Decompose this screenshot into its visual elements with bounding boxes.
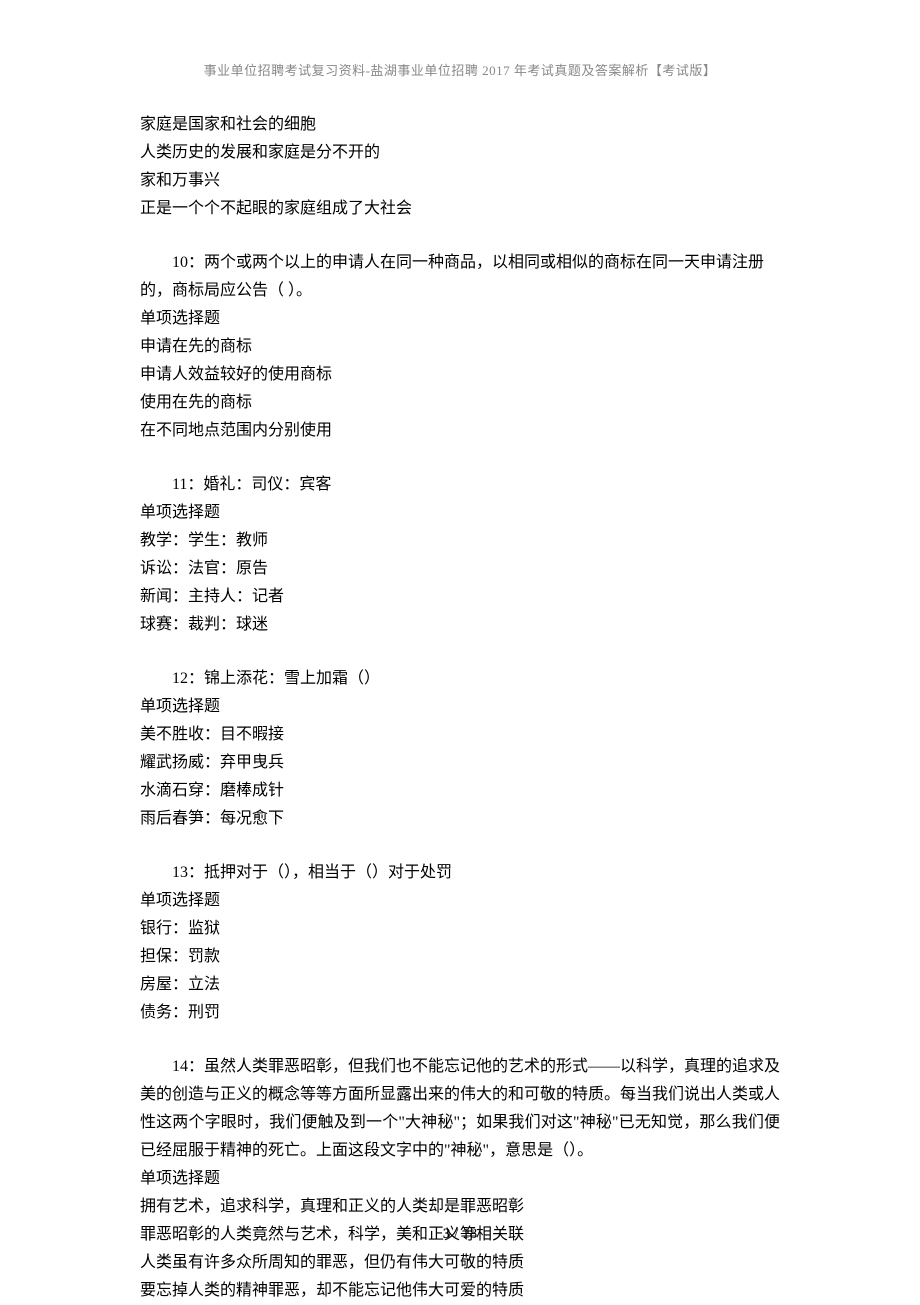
- question-option: 人类虽有许多众所周知的罪恶，但仍有伟大可敬的特质: [140, 1249, 780, 1277]
- page-sep: /: [450, 1226, 462, 1242]
- question-option: 在不同地点范围内分别使用: [140, 417, 780, 445]
- question-option: 新闻：主持人：记者: [140, 583, 780, 611]
- question-block: 11：婚礼：司仪：宾客 单项选择题 教学：学生：教师 诉讼：法官：原告 新闻：主…: [140, 471, 780, 639]
- question-stem: 10：两个或两个以上的申请人在同一种商品，以相同或相似的商标在同一天申请注册的，…: [140, 249, 780, 305]
- question-type: 单项选择题: [140, 887, 780, 915]
- question-option: 申请人效益较好的使用商标: [140, 361, 780, 389]
- question-block: 10：两个或两个以上的申请人在同一种商品，以相同或相似的商标在同一天申请注册的，…: [140, 249, 780, 445]
- page-total: 18: [462, 1226, 477, 1242]
- question-option: 美不胜收：目不暇接: [140, 721, 780, 749]
- question-type: 单项选择题: [140, 499, 780, 527]
- intro-block: 家庭是国家和社会的细胞 人类历史的发展和家庭是分不开的 家和万事兴 正是一个个不…: [140, 111, 780, 223]
- intro-line: 人类历史的发展和家庭是分不开的: [140, 139, 780, 167]
- question-block: 13：抵押对于（），相当于（）对于处罚 单项选择题 银行：监狱 担保：罚款 房屋…: [140, 859, 780, 1027]
- question-option: 使用在先的商标: [140, 389, 780, 417]
- intro-line: 家和万事兴: [140, 167, 780, 195]
- intro-line: 家庭是国家和社会的细胞: [140, 111, 780, 139]
- question-option: 拥有艺术，追求科学，真理和正义的人类却是罪恶昭彰: [140, 1193, 780, 1221]
- question-option: 银行：监狱: [140, 915, 780, 943]
- question-option: 诉讼：法官：原告: [140, 555, 780, 583]
- question-block: 14：虽然人类罪恶昭彰，但我们也不能忘记他的艺术的形式——以科学，真理的追求及美…: [140, 1053, 780, 1305]
- question-stem: 13：抵押对于（），相当于（）对于处罚: [140, 859, 780, 887]
- question-option: 担保：罚款: [140, 943, 780, 971]
- question-option: 要忘掉人类的精神罪恶，却不能忘记他伟大可爱的特质: [140, 1277, 780, 1305]
- question-block: 12：锦上添花：雪上加霜（） 单项选择题 美不胜收：目不暇接 耀武扬威：弃甲曳兵…: [140, 665, 780, 833]
- question-option: 水滴石穿：磨棒成针: [140, 777, 780, 805]
- page-footer: 3 / 18: [0, 1221, 920, 1247]
- page-content: 家庭是国家和社会的细胞 人类历史的发展和家庭是分不开的 家和万事兴 正是一个个不…: [140, 111, 780, 1305]
- question-option: 球赛：裁判：球迷: [140, 611, 780, 639]
- question-type: 单项选择题: [140, 693, 780, 721]
- question-option: 房屋：立法: [140, 971, 780, 999]
- question-type: 单项选择题: [140, 1165, 780, 1193]
- question-stem: 12：锦上添花：雪上加霜（）: [140, 665, 780, 693]
- question-option: 债务：刑罚: [140, 999, 780, 1027]
- question-stem: 14：虽然人类罪恶昭彰，但我们也不能忘记他的艺术的形式——以科学，真理的追求及美…: [140, 1053, 780, 1165]
- question-type: 单项选择题: [140, 305, 780, 333]
- question-option: 申请在先的商标: [140, 333, 780, 361]
- page-header: 事业单位招聘考试复习资料-盐湖事业单位招聘 2017 年考试真题及答案解析【考试…: [140, 60, 780, 83]
- question-stem: 11：婚礼：司仪：宾客: [140, 471, 780, 499]
- question-option: 耀武扬威：弃甲曳兵: [140, 749, 780, 777]
- question-option: 教学：学生：教师: [140, 527, 780, 555]
- question-option: 雨后春笋：每况愈下: [140, 805, 780, 833]
- intro-line: 正是一个个不起眼的家庭组成了大社会: [140, 195, 780, 223]
